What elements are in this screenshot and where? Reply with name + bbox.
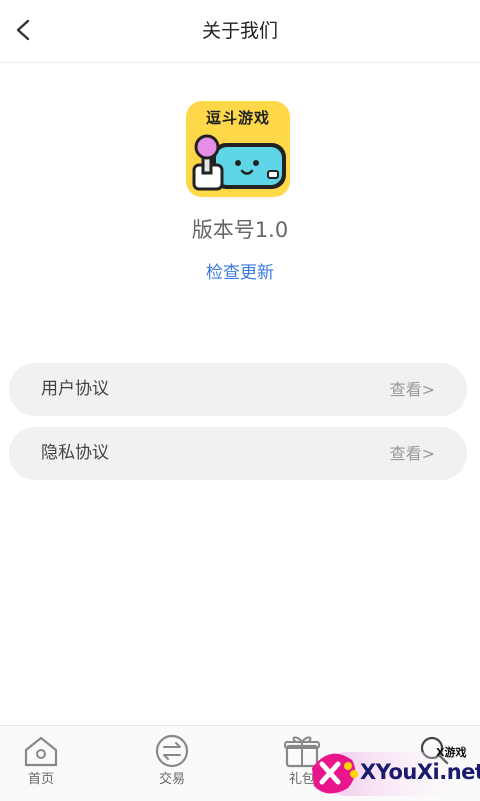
tab-home-label: 首页 xyxy=(27,772,54,787)
privacy-policy-label: 隐私协议 xyxy=(41,443,109,463)
privacy-policy-row[interactable]: 隐私协议 查看> xyxy=(9,427,467,480)
top-bar: 关于我们 xyxy=(0,0,480,63)
tab-home[interactable]: 首页 xyxy=(1,726,81,801)
privacy-policy-view-link[interactable]: 查看> xyxy=(390,427,435,480)
chevron-left-icon xyxy=(16,19,30,41)
tab-gift[interactable]: 礼包 xyxy=(262,726,342,801)
user-agreement-label: 用户协议 xyxy=(41,379,109,399)
tab-gift-label: 礼包 xyxy=(288,772,315,787)
app-logo-text: 逗斗游戏 xyxy=(205,109,270,127)
tab-trade-label: 交易 xyxy=(158,772,185,787)
tab-search[interactable] xyxy=(395,726,475,801)
user-agreement-view-link[interactable]: 查看> xyxy=(390,363,435,416)
bottom-tab-bar: 首页 交易 礼包 xyxy=(0,725,480,801)
back-button[interactable] xyxy=(8,15,38,45)
check-update-link[interactable]: 检查更新 xyxy=(190,258,290,283)
gift-icon xyxy=(284,736,320,768)
user-agreement-row[interactable]: 用户协议 查看> xyxy=(9,363,467,416)
app-logo: 逗斗游戏 xyxy=(186,101,290,197)
search-icon xyxy=(420,736,449,765)
page-title: 关于我们 xyxy=(201,20,278,42)
tab-trade[interactable]: 交易 xyxy=(132,726,212,801)
trade-icon xyxy=(155,734,189,768)
version-label: 版本号1.0 xyxy=(191,218,289,242)
home-icon xyxy=(24,736,58,767)
